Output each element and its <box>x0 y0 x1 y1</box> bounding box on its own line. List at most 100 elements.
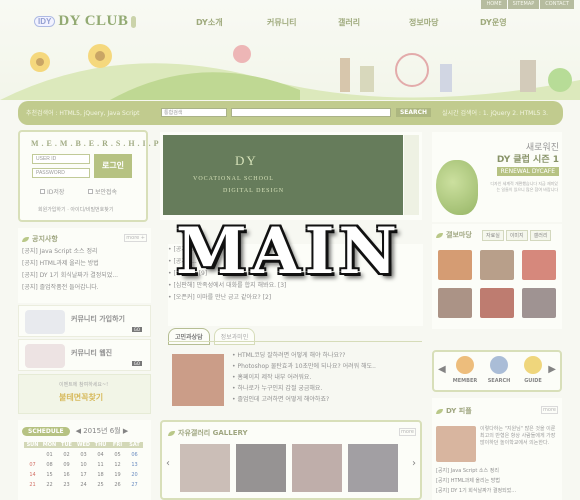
search-scope-select[interactable]: 통합검색 <box>161 108 227 117</box>
weekday-header: WED <box>75 442 92 448</box>
calendar-day[interactable]: 08 <box>41 462 58 468</box>
next-arrow-icon[interactable]: ▶ <box>548 364 556 375</box>
notice-more-button[interactable]: more + <box>124 234 147 242</box>
gallery-thumbnail[interactable] <box>348 444 398 492</box>
calendar-day[interactable]: 03 <box>75 452 92 458</box>
list-item[interactable]: [공지] DY 1기 회식날짜가 결정되었... <box>22 270 118 282</box>
list-item[interactable]: [공지] DY 1기 회식날짜가 결정되었... <box>436 486 516 496</box>
calendar-day[interactable]: 19 <box>109 472 126 478</box>
gallery-thumbnail[interactable] <box>236 444 286 492</box>
site-logo[interactable]: IDY DY CLUB <box>34 13 137 30</box>
nav-item-about[interactable]: DY소개 <box>196 17 267 28</box>
prev-arrow-icon[interactable]: ◀ <box>438 364 446 375</box>
calendar-day[interactable]: 10 <box>75 462 92 468</box>
renewal-ad[interactable]: 새로워진 DY 클럽 시즌 1 RENEWAL DYCAFE 디자인 세계적 개… <box>432 132 562 222</box>
list-item[interactable]: [오픈커] 이마를 만난 긍고 같아요? [2] <box>168 292 423 304</box>
list-item[interactable]: [공지] Java Script 소스 정리 <box>436 466 516 476</box>
save-id-checkbox[interactable]: ID저장 <box>40 187 64 196</box>
ad-line2: DY 클럽 시즌 1 <box>496 155 559 165</box>
search-shortcut-button[interactable]: SEARCH <box>484 356 514 384</box>
member-links[interactable]: 회원가입하기 · 아이디/비밀번호찾기 <box>38 206 113 213</box>
calendar-day[interactable]: 07 <box>24 462 41 468</box>
calendar-day[interactable]: 18 <box>92 472 109 478</box>
calendar-month[interactable]: ◀ 2015년 6월 ▶ <box>76 426 129 436</box>
free-gallery-more-button[interactable]: more <box>399 428 416 436</box>
calendar-day[interactable]: 21 <box>24 482 41 488</box>
list-item[interactable]: [공지] HTML과제 올리는 방법 <box>22 258 118 270</box>
list-item[interactable]: [공지] HTML과제 올리는 방법 <box>436 476 516 486</box>
prev-arrow-icon[interactable]: ‹ <box>166 458 170 469</box>
calendar-day[interactable]: 25 <box>92 482 109 488</box>
calendar-day[interactable]: 12 <box>109 462 126 468</box>
community-join-button[interactable]: 커뮤니티 가입하기 GO <box>18 305 151 337</box>
checkbox-icon <box>88 189 93 194</box>
calendar-day[interactable]: 05 <box>109 452 126 458</box>
gallery-thumbnail[interactable] <box>180 444 230 492</box>
gallery-thumbnail[interactable] <box>292 444 342 492</box>
nav-item-operation[interactable]: DY운영 <box>480 17 551 28</box>
gallery-thumbnail[interactable] <box>438 250 472 280</box>
calendar-day[interactable]: 06 <box>126 452 143 458</box>
secure-login-checkbox[interactable]: 보안접속 <box>88 187 117 196</box>
webzine-icon <box>25 344 65 368</box>
list-item[interactable]: 졸업인데 고려하면 어떻게 해야하죠? <box>232 394 422 405</box>
calendar-day[interactable]: 13 <box>126 462 143 468</box>
next-arrow-icon[interactable]: › <box>412 458 416 469</box>
search-button[interactable]: SEARCH <box>396 108 431 117</box>
tab-info[interactable]: 정보과미인 <box>213 328 256 345</box>
event-banner[interactable]: 이벤트에 참여하세요~! 불테면꼭찾기 <box>18 374 151 414</box>
list-item[interactable]: [공지] Java Script 소스 정리 <box>22 246 118 258</box>
list-item[interactable]: 홈페이지 제작 내부 어려워요. <box>232 372 422 383</box>
list-item[interactable]: 하나로가 누구인지 갑절 궁금해요. <box>232 383 422 394</box>
member-button[interactable]: MEMBER <box>450 356 480 384</box>
search-input[interactable] <box>231 108 391 117</box>
calendar-day[interactable]: 15 <box>41 472 58 478</box>
tab-images[interactable]: 이미지 <box>505 230 528 241</box>
calendar-day[interactable]: 09 <box>58 462 75 468</box>
contact-link[interactable]: CONTACT <box>540 0 574 9</box>
calendar-day[interactable] <box>24 452 41 458</box>
calendar-day[interactable]: 16 <box>58 472 75 478</box>
calendar-day[interactable]: 22 <box>41 482 58 488</box>
community-webzine-button[interactable]: 커뮤니티 웹진 GO <box>18 339 151 371</box>
sitemap-link[interactable]: SITEMAP <box>507 0 540 9</box>
calendar-day[interactable]: 27 <box>126 482 143 488</box>
tab-gallery[interactable]: 갤러리 <box>529 230 552 241</box>
calendar-day[interactable]: 02 <box>58 452 75 458</box>
nav-item-info[interactable]: 정보마당 <box>409 17 480 28</box>
member-icon <box>456 356 474 374</box>
gallery-thumbnail[interactable] <box>480 250 514 280</box>
calendar-day[interactable]: 24 <box>75 482 92 488</box>
people-more-button[interactable]: more <box>541 406 558 414</box>
gallery-thumbnail[interactable] <box>522 288 556 318</box>
main-banner[interactable]: DY VOCATIONAL SCHOOL DIGITAL DESIGN <box>160 132 422 220</box>
calendar-day[interactable]: 26 <box>109 482 126 488</box>
calendar-day[interactable]: 01 <box>41 452 58 458</box>
calendar-day[interactable]: 20 <box>126 472 143 478</box>
calendar-day[interactable]: 11 <box>92 462 109 468</box>
home-link[interactable]: HOME <box>481 0 507 9</box>
leaf-icon <box>436 408 443 414</box>
tab-archive[interactable]: 자료실 <box>482 230 504 241</box>
gallery-thumbnail[interactable] <box>438 288 472 318</box>
list-item[interactable]: HTML코딩 잘하려면 어떻게 해야 하나요?? <box>232 350 422 361</box>
list-item[interactable]: [공지] 졸업작품전 들어갑니다. <box>22 282 118 294</box>
banner-pager[interactable] <box>404 135 419 215</box>
password-input[interactable] <box>32 168 90 178</box>
nav-item-gallery[interactable]: 갤러리 <box>338 17 409 28</box>
calendar-day[interactable]: 23 <box>58 482 75 488</box>
user-id-input[interactable] <box>32 154 90 164</box>
calendar-day[interactable]: 14 <box>24 472 41 478</box>
person-photo[interactable] <box>436 426 476 462</box>
gallery-thumbnail[interactable] <box>480 288 514 318</box>
member-label: MEMBER <box>452 378 478 384</box>
calendar-day[interactable]: 17 <box>75 472 92 478</box>
calendar-day[interactable]: 04 <box>92 452 109 458</box>
guide-button[interactable]: GUIDE <box>518 356 548 384</box>
nav-item-community[interactable]: 커뮤니티 <box>267 17 338 28</box>
people-title-text: DY 피플 <box>446 407 472 415</box>
gallery-thumbnail[interactable] <box>522 250 556 280</box>
list-item[interactable]: Photoshop 물탄효과 10초만에 되나요? 어려워 해도.. <box>232 361 422 372</box>
tab-counsel[interactable]: 고민과상담 <box>168 328 210 345</box>
login-button[interactable]: 로그인 <box>94 154 132 178</box>
